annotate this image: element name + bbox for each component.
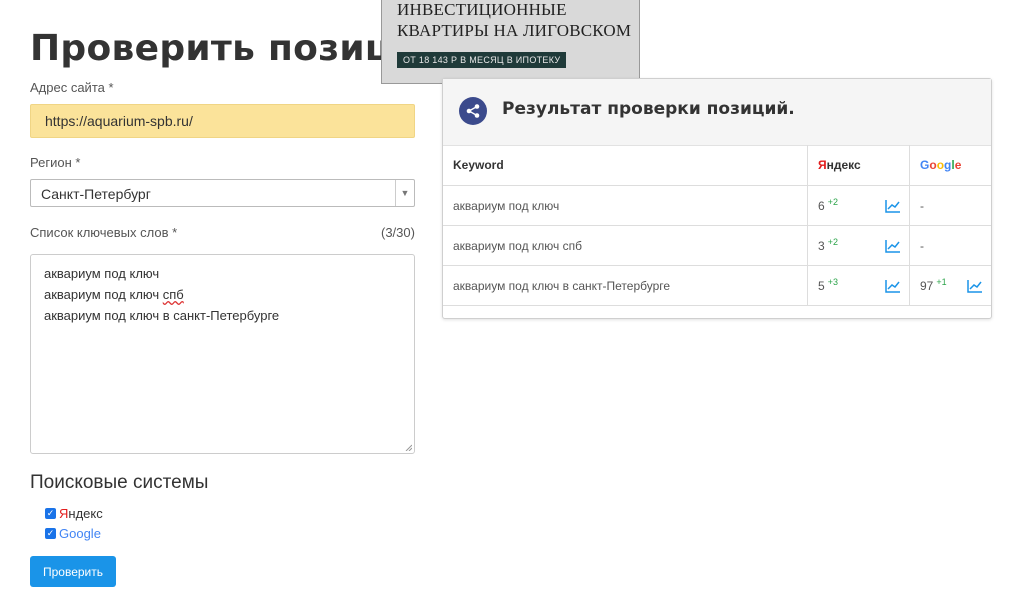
column-google: Google: [909, 145, 991, 186]
region-select[interactable]: Санкт-Петербург ▼: [30, 179, 415, 207]
keywords-label: Список ключевых слов *: [30, 225, 178, 240]
table-row: аквариум под ключ 6 +2 -: [443, 185, 991, 226]
yandex-delta: +3: [827, 276, 838, 287]
yandex-label: Яндекс: [59, 506, 103, 521]
yandex-delta: +2: [827, 236, 838, 247]
engine-yandex-option[interactable]: ✓ Яндекс: [45, 506, 103, 521]
google-position: -: [920, 198, 924, 213]
keyword-line: аквариум под ключ: [44, 266, 160, 281]
share-icon: [459, 97, 487, 125]
ad-banner[interactable]: ИНВЕСТИЦИОННЫЕ КВАРТИРЫ НА ЛИГОВСКОМ ОТ …: [381, 0, 640, 84]
yandex-position-cell: 5 +3: [807, 265, 910, 306]
engine-google-option[interactable]: ✓ Google: [45, 526, 101, 541]
yandex-position-cell: 3 +2: [807, 225, 910, 266]
keyword-cell: аквариум под ключ в санкт-Петербурге: [443, 265, 808, 306]
column-yandex: Яндекс: [807, 145, 910, 186]
ad-strip: ОТ 18 143 Р В МЕСЯЦ В ИПОТЕКУ: [397, 52, 567, 68]
results-table: Keyword Яндекс Google аквариум под ключ …: [443, 145, 991, 306]
google-delta: +1: [936, 276, 947, 287]
region-value: Санкт-Петербург: [41, 186, 151, 202]
yandex-position: 5: [818, 278, 825, 293]
url-label: Адрес сайта *: [30, 80, 114, 95]
column-keyword: Keyword: [443, 145, 808, 186]
google-position: 97: [920, 278, 934, 293]
trend-chart-icon[interactable]: [885, 279, 901, 293]
yandex-checkbox[interactable]: ✓: [45, 508, 56, 519]
keyword-line: аквариум под ключ спб: [44, 287, 184, 302]
google-position-cell: -: [909, 185, 991, 226]
ad-headline-1: ИНВЕСТИЦИОННЫЕ: [397, 0, 567, 19]
resize-grip-icon[interactable]: [404, 443, 412, 451]
keywords-counter: (3/30): [381, 225, 415, 240]
google-position: -: [920, 238, 924, 253]
google-position-cell: 97 +1: [909, 265, 991, 306]
url-input[interactable]: [30, 104, 415, 138]
table-row: аквариум под ключ в санкт-Петербурге 5 +3…: [443, 265, 991, 306]
trend-chart-icon[interactable]: [885, 199, 901, 213]
keywords-textarea[interactable]: аквариум под ключ аквариум под ключ спб …: [30, 254, 415, 454]
google-label: Google: [59, 526, 101, 541]
yandex-position: 6: [818, 198, 825, 213]
google-position-cell: -: [909, 225, 991, 266]
ad-headline-2: КВАРТИРЫ НА ЛИГОВСКОМ: [397, 21, 632, 40]
yandex-delta: +2: [827, 196, 838, 207]
region-label: Регион *: [30, 155, 81, 170]
yandex-position-cell: 6 +2: [807, 185, 910, 226]
results-header: Результат проверки позиций.: [443, 79, 991, 146]
table-row: аквариум под ключ спб 3 +2 -: [443, 225, 991, 266]
google-checkbox[interactable]: ✓: [45, 528, 56, 539]
engines-title: Поисковые системы: [30, 472, 209, 493]
trend-chart-icon[interactable]: [967, 279, 983, 293]
keyword-cell: аквариум под ключ: [443, 185, 808, 226]
results-panel: Результат проверки позиций. Keyword Янде…: [442, 78, 992, 319]
chevron-down-icon[interactable]: ▼: [395, 180, 414, 206]
trend-chart-icon[interactable]: [885, 239, 901, 253]
results-title: Результат проверки позиций.: [502, 99, 795, 119]
table-header-row: Keyword Яндекс Google: [443, 145, 991, 186]
spellcheck-word: спб: [162, 287, 184, 302]
keyword-cell: аквариум под ключ спб: [443, 225, 808, 266]
check-button[interactable]: Проверить: [30, 556, 116, 587]
yandex-position: 3: [818, 238, 825, 253]
keyword-line: аквариум под ключ в санкт-Петербурге: [44, 308, 280, 323]
